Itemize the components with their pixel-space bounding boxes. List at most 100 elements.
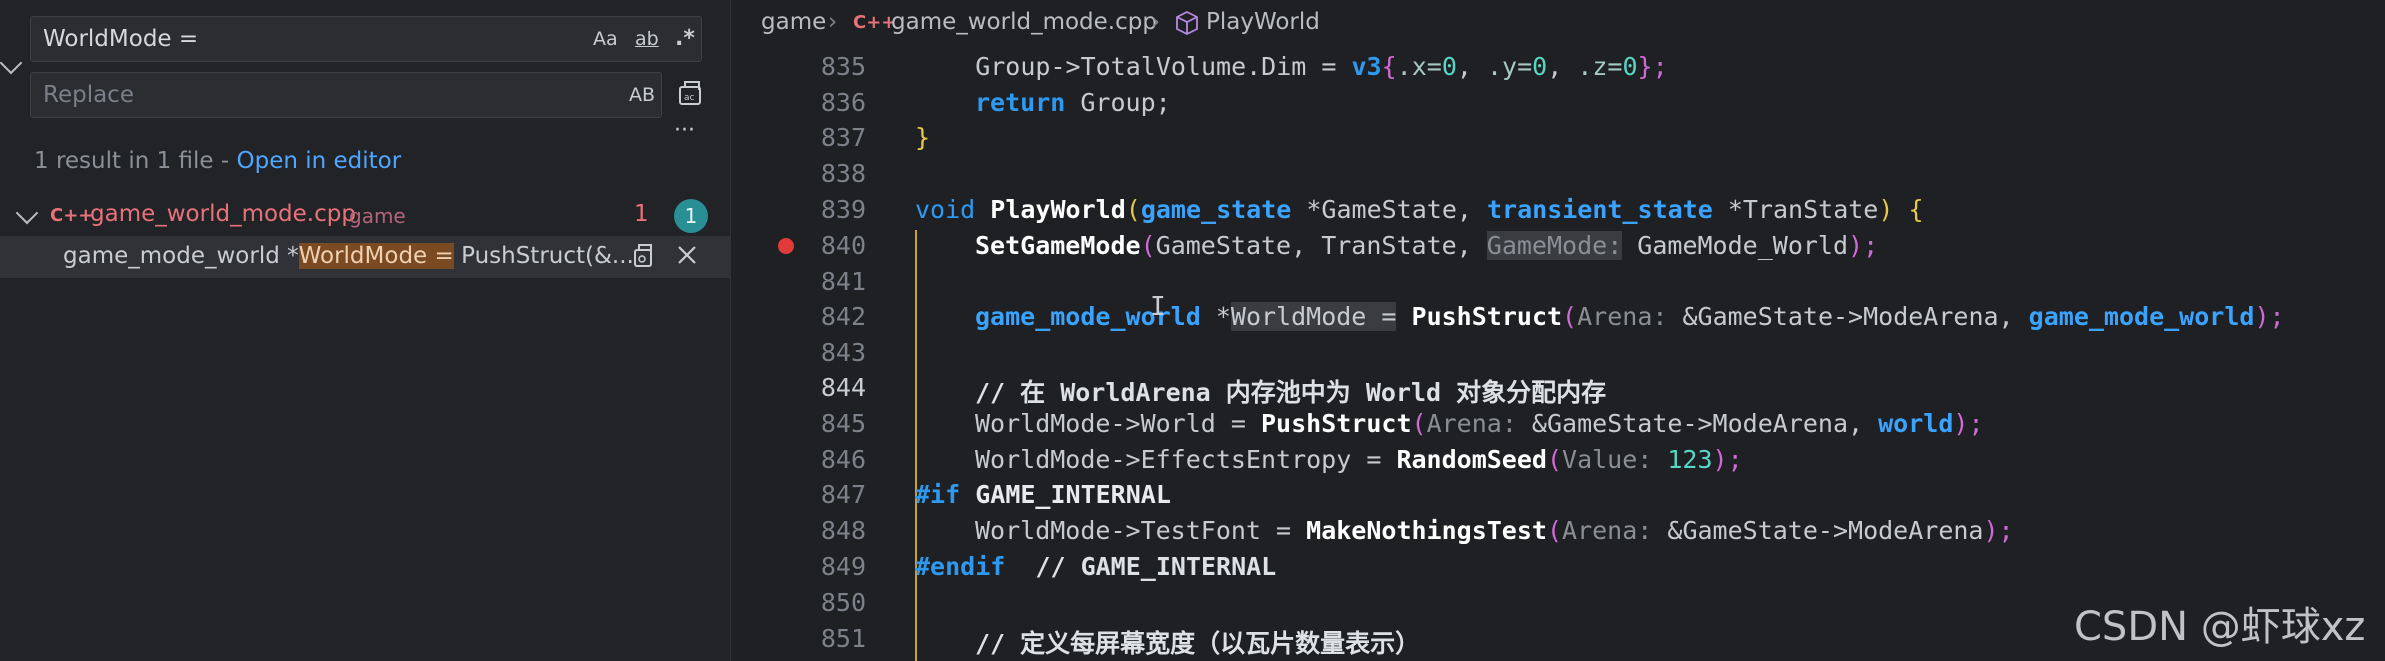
code-token: Group->TotalVolume.Dim = (915, 52, 1352, 81)
code-line-845: WorldMode->World = PushStruct(Arena: &Ga… (975, 409, 1984, 438)
code-token: game_mode_world (975, 302, 1201, 331)
code-token: #if (915, 480, 961, 509)
breadcrumb-symbol[interactable]: PlayWorld (1206, 9, 1320, 35)
code-token: { (1381, 52, 1397, 81)
match-case-icon[interactable]: Aa (593, 17, 618, 61)
code-token: ( (1411, 409, 1427, 438)
code-token: 0 (1441, 52, 1457, 81)
results-count-text: 1 result in 1 file - (34, 148, 237, 174)
code-token: *GameState, (1291, 195, 1487, 224)
code-token: ( (1546, 445, 1563, 474)
watermark: CSDN @虾球xz (2074, 604, 2366, 650)
code-token: WorldMode->EffectsEntropy = (975, 445, 1397, 474)
code-line-849: #endif // GAME_INTERNAL (915, 552, 1276, 581)
match-after: PushStruct(&... (453, 243, 634, 269)
code-token: world (1878, 409, 1954, 438)
cpp-file-icon: C++ (853, 12, 897, 33)
code-editor: game › C++ game_world_mode.cpp › PlayWor… (731, 0, 2385, 661)
code-token: SetGameMode (975, 231, 1141, 260)
line-number: 847 (820, 480, 866, 509)
code-token: 0 (1532, 52, 1548, 81)
results-summary: 1 result in 1 file - Open in editor (34, 148, 401, 174)
cpp-file-icon: C++ (50, 205, 94, 226)
code-token: GAME_INTERNAL (975, 480, 1171, 509)
line-number: 848 (820, 516, 866, 545)
code-token: * (1200, 302, 1231, 331)
result-match-row[interactable]: game_mode_world *WorldMode = PushStruct(… (0, 236, 730, 278)
line-number: 836 (820, 88, 866, 117)
code-token: PushStruct (1411, 302, 1563, 331)
result-file-row[interactable]: C++ game_world_mode.cpp game 1 1 (0, 197, 730, 235)
more-actions-icon[interactable]: ··· (674, 118, 695, 143)
whole-word-icon[interactable]: ab (635, 17, 659, 61)
line-number-active: 844 (820, 373, 866, 402)
code-line-837: } (915, 123, 931, 152)
code-line-847: #if GAME_INTERNAL (915, 480, 1171, 509)
code-token: ( (1140, 231, 1156, 260)
code-token: MakeNothingsTest (1306, 516, 1547, 545)
inlay-hint: Arena: (1426, 409, 1517, 438)
line-number: 841 (820, 267, 866, 296)
code-area[interactable]: 835 836 837 838 839 840 841 842 843 844 … (731, 50, 2385, 661)
code-token: 123 (1652, 445, 1713, 474)
dismiss-match-icon[interactable] (676, 244, 698, 272)
code-token: return (975, 88, 1066, 117)
code-token: ); (1848, 231, 1879, 260)
replace-match-icon[interactable] (632, 242, 656, 276)
code-line-840: SetGameMode(GameState, TranState, GameMo… (975, 231, 1878, 260)
replace-all-icon[interactable]: ac (677, 78, 705, 115)
code-token: & (1516, 409, 1547, 438)
breadcrumb-folder[interactable]: game (761, 9, 826, 35)
breadcrumb-file[interactable]: game_world_mode.cpp (891, 9, 1157, 35)
code-line-842: game_mode_world *WorldMode = PushStruct(… (975, 302, 2285, 331)
code-token: { (1908, 195, 1924, 224)
search-input[interactable]: WorldMode = Aa ab .* (30, 16, 702, 62)
match-highlight: WorldMode = (298, 243, 454, 269)
code-token: .z= (1577, 52, 1623, 81)
code-token: , (1547, 52, 1578, 81)
code-token: transient_state (1487, 195, 1713, 224)
code-line-848: WorldMode->TestFont = MakeNothingsTest(A… (975, 516, 2014, 545)
result-match-text: game_mode_world *WorldMode = PushStruct(… (63, 243, 634, 269)
cube-icon (1175, 10, 1199, 42)
code-token: *TranState (1712, 195, 1879, 224)
code-token: ( (1562, 302, 1578, 331)
replace-placeholder: Replace (43, 82, 134, 108)
result-file-name: game_world_mode.cpp (90, 201, 356, 227)
regex-icon[interactable]: .* (675, 17, 695, 61)
replace-input[interactable]: Replace AB (30, 72, 662, 118)
code-token: ); (1953, 409, 1984, 438)
code-token: .y= (1487, 52, 1533, 81)
breadcrumb-separator-icon: › (828, 9, 838, 35)
code-token: Group; (1065, 88, 1171, 117)
code-line-846: WorldMode->EffectsEntropy = RandomSeed(V… (975, 445, 1743, 474)
chevron-down-icon[interactable] (15, 201, 39, 225)
preserve-case-icon[interactable]: AB (629, 73, 655, 117)
code-line-844: // 在 WorldArena 内存池中为 World 对象分配内存 (975, 378, 1607, 407)
code-token: ); (1983, 516, 2014, 545)
toggle-replace-chevron-icon[interactable] (0, 51, 23, 75)
code-token: WorldMode->World = (975, 409, 1261, 438)
open-in-editor-link[interactable]: Open in editor (237, 148, 402, 174)
match-before: game_mode_world * (63, 243, 299, 269)
code-token: GameState->ModeArena (1682, 516, 1984, 545)
line-number: 840 (820, 231, 866, 260)
inlay-hint: Value: (1562, 445, 1653, 474)
svg-text:ac: ac (684, 93, 695, 103)
code-token: GameMode_World (1622, 231, 1849, 260)
code-token: .x= (1396, 52, 1442, 81)
result-file-count: 1 (634, 201, 649, 227)
breakpoint-icon[interactable] (778, 238, 794, 254)
selected-text: WorldMode = (1230, 302, 1397, 331)
code-token: & (1667, 302, 1698, 331)
line-number: 845 (820, 409, 866, 438)
line-number: 850 (820, 588, 866, 617)
code-token: WorldMode->TestFont = (975, 516, 1307, 545)
code-token: PushStruct (1260, 409, 1412, 438)
inlay-hint: GameMode: (1486, 231, 1623, 260)
code-line-851: // 定义每屏幕宽度（以瓦片数量表示） (975, 629, 1421, 658)
search-panel: WorldMode = Aa ab .* Replace AB ac ··· 1… (0, 0, 731, 661)
line-number: 846 (820, 445, 866, 474)
